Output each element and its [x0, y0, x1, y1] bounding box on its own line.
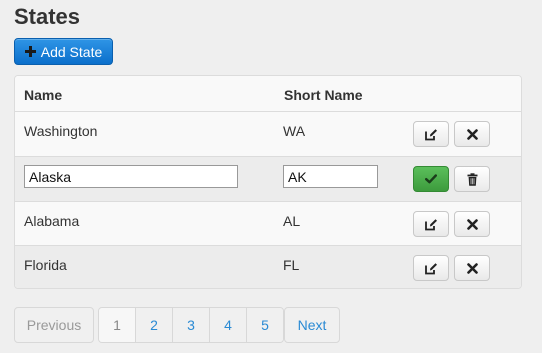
table-row: Alabama AL — [15, 201, 521, 245]
cell-short-name: WA — [283, 123, 306, 139]
trash-icon — [467, 172, 477, 186]
delete-button[interactable] — [454, 255, 490, 281]
close-icon — [466, 262, 478, 274]
save-button[interactable] — [413, 166, 449, 192]
check-icon — [425, 174, 437, 184]
name-input[interactable] — [24, 165, 238, 188]
page-title: States — [14, 4, 81, 29]
cell-name: Florida — [24, 257, 67, 273]
trash-button[interactable] — [454, 166, 490, 192]
table-header-row: Name Short Name — [15, 76, 521, 111]
table-row-editing — [15, 156, 521, 201]
page-link-2[interactable]: 2 — [135, 308, 172, 342]
page-link-5[interactable]: 5 — [246, 308, 283, 342]
page-link-4[interactable]: 4 — [209, 308, 246, 342]
header-name: Name — [24, 87, 63, 103]
short-name-input[interactable] — [283, 165, 378, 188]
plus-icon — [24, 46, 36, 57]
states-table: Name Short Name Washington WA Alaska AK … — [14, 75, 522, 289]
header-short-name: Short Name — [284, 87, 363, 103]
page-link-3[interactable]: 3 — [172, 308, 209, 342]
cell-short-name: AL — [283, 213, 301, 229]
close-icon — [466, 128, 478, 140]
close-icon — [466, 218, 478, 230]
previous-page-button[interactable]: Previous — [14, 307, 94, 343]
edit-button[interactable] — [413, 121, 449, 147]
edit-icon — [424, 262, 437, 274]
edit-button[interactable] — [413, 255, 449, 281]
delete-button[interactable] — [454, 211, 490, 237]
add-state-label: Add State — [40, 43, 103, 60]
cell-name: Washington — [24, 123, 98, 139]
page-numbers: 1 2 3 4 5 — [98, 307, 284, 343]
add-state-button[interactable]: Add State — [14, 38, 113, 65]
page-link-1[interactable]: 1 — [99, 308, 135, 342]
cell-short-name: FL — [283, 257, 300, 273]
table-row: Washington WA — [15, 111, 521, 156]
next-page-button[interactable]: Next — [284, 307, 340, 343]
edit-icon — [424, 128, 437, 140]
delete-button[interactable] — [454, 121, 490, 147]
cell-name: Alabama — [24, 213, 80, 229]
table-row: Florida FL — [15, 245, 521, 288]
edit-icon — [424, 218, 437, 230]
edit-button[interactable] — [413, 211, 449, 237]
